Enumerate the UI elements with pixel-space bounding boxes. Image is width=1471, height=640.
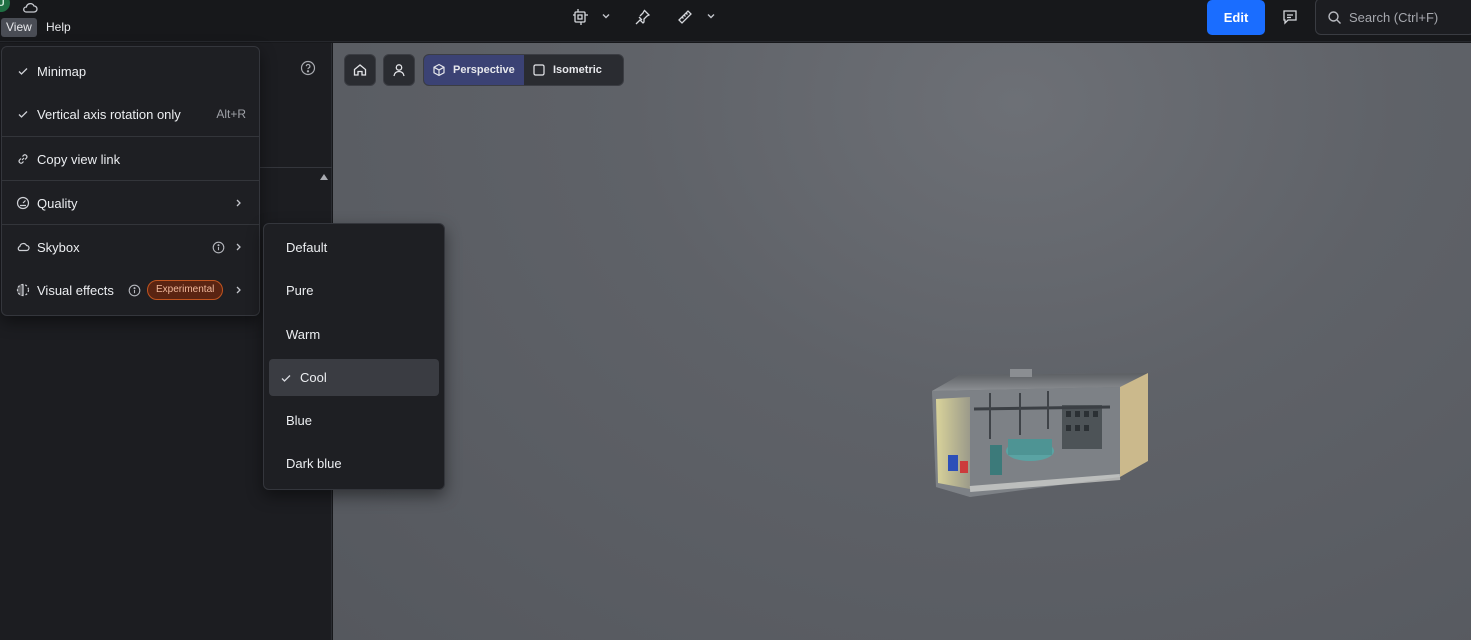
cloud-icon[interactable] — [22, 1, 38, 15]
chevron-down-icon[interactable] — [601, 11, 611, 21]
home-icon — [353, 64, 367, 76]
link-icon — [18, 154, 28, 164]
menu-item-minimap[interactable]: Minimap — [2, 51, 259, 91]
chevron-right-icon — [236, 243, 241, 251]
3d-viewport[interactable]: Perspective Isometric — [333, 43, 1471, 640]
skybox-option-label: Dark blue — [286, 456, 342, 471]
square-icon — [533, 64, 545, 76]
cube-icon — [433, 63, 445, 77]
panel-divider — [260, 167, 332, 168]
menu-item-label: Quality — [37, 195, 78, 211]
menu-item-quality[interactable]: Quality — [2, 183, 259, 223]
menu-item-skybox[interactable]: Skybox — [2, 227, 259, 267]
chevron-right-icon — [236, 286, 241, 294]
search-box[interactable] — [1315, 0, 1471, 35]
chevron-down-icon[interactable] — [706, 11, 716, 21]
skybox-option-default[interactable]: Default — [269, 229, 439, 266]
perspective-option[interactable]: Perspective — [424, 55, 524, 85]
skybox-option-pure[interactable]: Pure — [269, 272, 439, 309]
menu-separator — [2, 136, 259, 137]
skybox-option-dark-blue[interactable]: Dark blue — [269, 445, 439, 482]
check-icon — [281, 374, 291, 382]
point-cloud-model[interactable] — [930, 369, 1150, 501]
menu-item-label: Vertical axis rotation only — [37, 106, 181, 122]
skybox-option-label: Pure — [286, 283, 314, 298]
home-view-button[interactable] — [344, 54, 376, 86]
skybox-option-cool[interactable]: Cool — [269, 359, 439, 396]
menu-view[interactable]: View — [1, 18, 37, 37]
isometric-label: Isometric — [553, 64, 602, 76]
check-icon — [18, 111, 28, 118]
pin-icon[interactable] — [633, 8, 651, 26]
skybox-option-label: Blue — [286, 413, 313, 428]
section-box-icon[interactable] — [572, 8, 590, 26]
menu-item-label: Copy view link — [37, 151, 121, 167]
menu-item-copy-view-link[interactable]: Copy view link — [2, 139, 259, 179]
person-view-button[interactable] — [383, 54, 415, 86]
edit-button[interactable]: Edit — [1207, 0, 1265, 35]
scroll-up-icon[interactable] — [319, 173, 329, 181]
skybox-option-label: Warm — [286, 327, 321, 342]
shortcut-label: Alt+R — [216, 107, 246, 121]
top-bar: U View Help Edit — [0, 0, 1471, 42]
skybox-option-label: Default — [286, 240, 328, 255]
experimental-badge: Experimental — [147, 280, 224, 300]
gauge-icon — [16, 196, 30, 210]
help-icon[interactable] — [300, 60, 316, 76]
avatar-initial: U — [0, 0, 5, 9]
menu-separator — [2, 224, 259, 225]
chevron-right-icon — [236, 199, 241, 207]
menu-item-label: Visual effects — [37, 282, 114, 298]
measure-icon[interactable] — [676, 8, 694, 26]
half-circle-icon — [16, 283, 30, 297]
menu-item-label: Skybox — [37, 239, 80, 255]
info-icon[interactable] — [128, 284, 141, 297]
skybox-submenu: Default Pure Warm Cool Blue Dark blue — [263, 223, 445, 490]
check-icon — [18, 68, 28, 75]
isometric-option[interactable]: Isometric — [524, 55, 623, 85]
menu-item-label: Minimap — [37, 63, 87, 79]
skybox-option-label: Cool — [300, 370, 327, 385]
projection-toggle: Perspective Isometric — [423, 54, 624, 86]
person-icon — [393, 64, 405, 77]
perspective-label: Perspective — [453, 64, 515, 76]
search-input[interactable] — [1349, 7, 1469, 27]
menu-item-visual-effects[interactable]: Visual effects Experimental — [2, 270, 259, 310]
view-menu: Minimap Vertical axis rotation only Alt+… — [1, 46, 260, 316]
comment-icon[interactable] — [1281, 8, 1299, 26]
menu-item-vertical-axis[interactable]: Vertical axis rotation only Alt+R — [2, 94, 259, 134]
menu-separator — [2, 180, 259, 181]
menu-help[interactable]: Help — [41, 18, 76, 37]
skybox-option-warm[interactable]: Warm — [269, 316, 439, 353]
info-icon[interactable] — [212, 241, 225, 254]
cloud-icon — [17, 242, 30, 252]
skybox-option-blue[interactable]: Blue — [269, 402, 439, 439]
user-avatar[interactable]: U — [0, 0, 10, 12]
search-icon — [1328, 11, 1341, 24]
